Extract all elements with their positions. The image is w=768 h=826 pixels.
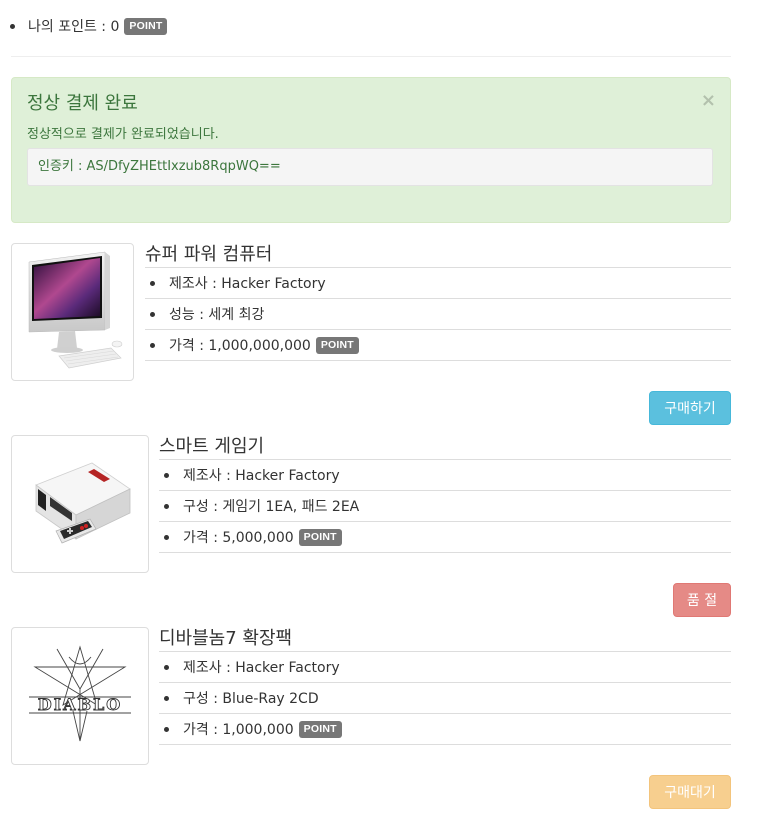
product-title: 디바블놈7 확장팩 <box>159 628 293 649</box>
list-item: 제조사 : Hacker Factory <box>159 652 731 683</box>
product-info: 디바블놈7 확장팩 제조사 : Hacker Factory 구성 : Blue… <box>159 627 731 747</box>
product-details: 제조사 : Hacker Factory 성능 : 세계 최강 가격 : 1,0… <box>145 267 731 361</box>
points-label: 나의 포인트 : 0 <box>28 19 120 35</box>
product-info: 스마트 게임기 제조사 : Hacker Factory 구성 : 게임기 1E… <box>159 435 731 555</box>
list-item: 가격 : 1,000,000 POINT <box>159 714 731 745</box>
list-item: 제조사 : Hacker Factory <box>145 268 731 299</box>
manufacturer: 제조사 : Hacker Factory <box>183 468 340 484</box>
bullet <box>164 695 169 701</box>
list-item: 구성 : 게임기 1EA, 패드 2EA <box>159 491 731 522</box>
manufacturer: 제조사 : Hacker Factory <box>169 276 326 292</box>
price: 가격 : 5,000,000 <box>183 530 294 546</box>
bullet <box>164 503 169 509</box>
list-item: 제조사 : Hacker Factory <box>159 460 731 491</box>
point-badge: POINT <box>315 336 359 354</box>
game-console-image <box>11 435 149 573</box>
list-item: 구성 : Blue-Ray 2CD <box>159 683 731 714</box>
bullet <box>164 726 169 732</box>
bullet <box>164 664 169 670</box>
price: 가격 : 1,000,000,000 <box>169 338 311 354</box>
manufacturer: 제조사 : Hacker Factory <box>183 660 340 676</box>
divider <box>11 56 731 57</box>
diablo-logo-image: DIABLO <box>11 627 149 765</box>
bullet <box>10 23 15 29</box>
product-details: 제조사 : Hacker Factory 구성 : Blue-Ray 2CD 가… <box>159 651 731 745</box>
list-item: 가격 : 5,000,000 POINT <box>159 522 731 553</box>
sold-out-button[interactable]: 품 절 <box>673 583 731 617</box>
list-item: 성능 : 세계 최강 <box>145 299 731 330</box>
bullet <box>150 280 155 286</box>
list-item: 가격 : 1,000,000,000 POINT <box>145 330 731 361</box>
product-card: 슈퍼 파워 컴퓨터 제조사 : Hacker Factory 성능 : 세계 최… <box>11 243 731 425</box>
product-card: DIABLO 디바블놈7 확장팩 제조사 : Hacker Factory 구성… <box>11 627 731 809</box>
my-points: 나의 포인트 : 0 POINT <box>10 14 168 38</box>
bullet <box>164 472 169 478</box>
point-badge: POINT <box>298 720 342 738</box>
svg-text:DIABLO: DIABLO <box>38 695 122 714</box>
performance: 성능 : 세계 최강 <box>169 307 265 323</box>
buy-button[interactable]: 구매하기 <box>649 391 731 425</box>
product-card: 스마트 게임기 제조사 : Hacker Factory 구성 : 게임기 1E… <box>11 435 731 617</box>
composition: 구성 : 게임기 1EA, 패드 2EA <box>183 499 360 515</box>
computer-image <box>11 243 134 381</box>
bullet <box>150 311 155 317</box>
payment-success-alert: 정상 결제 완료 × 정상적으로 결제가 완료되었습니다. 인증키 : AS/D… <box>11 77 731 223</box>
product-title: 슈퍼 파워 컴퓨터 <box>145 244 273 265</box>
product-title: 스마트 게임기 <box>159 436 265 457</box>
point-badge: POINT <box>298 528 342 546</box>
bullet <box>150 342 155 348</box>
close-icon[interactable]: × <box>701 92 716 110</box>
product-info: 슈퍼 파워 컴퓨터 제조사 : Hacker Factory 성능 : 세계 최… <box>145 243 731 363</box>
auth-key-box: 인증키 : AS/DfyZHEttIxzub8RqpWQ== <box>27 148 713 186</box>
bullet <box>164 534 169 540</box>
composition: 구성 : Blue-Ray 2CD <box>183 691 319 707</box>
product-details: 제조사 : Hacker Factory 구성 : 게임기 1EA, 패드 2E… <box>159 459 731 553</box>
point-badge: POINT <box>124 17 168 35</box>
alert-message: 정상적으로 결제가 완료되었습니다. <box>27 127 219 142</box>
alert-title: 정상 결제 완료 <box>27 93 138 114</box>
pending-button[interactable]: 구매대기 <box>649 775 731 809</box>
price: 가격 : 1,000,000 <box>183 722 294 738</box>
